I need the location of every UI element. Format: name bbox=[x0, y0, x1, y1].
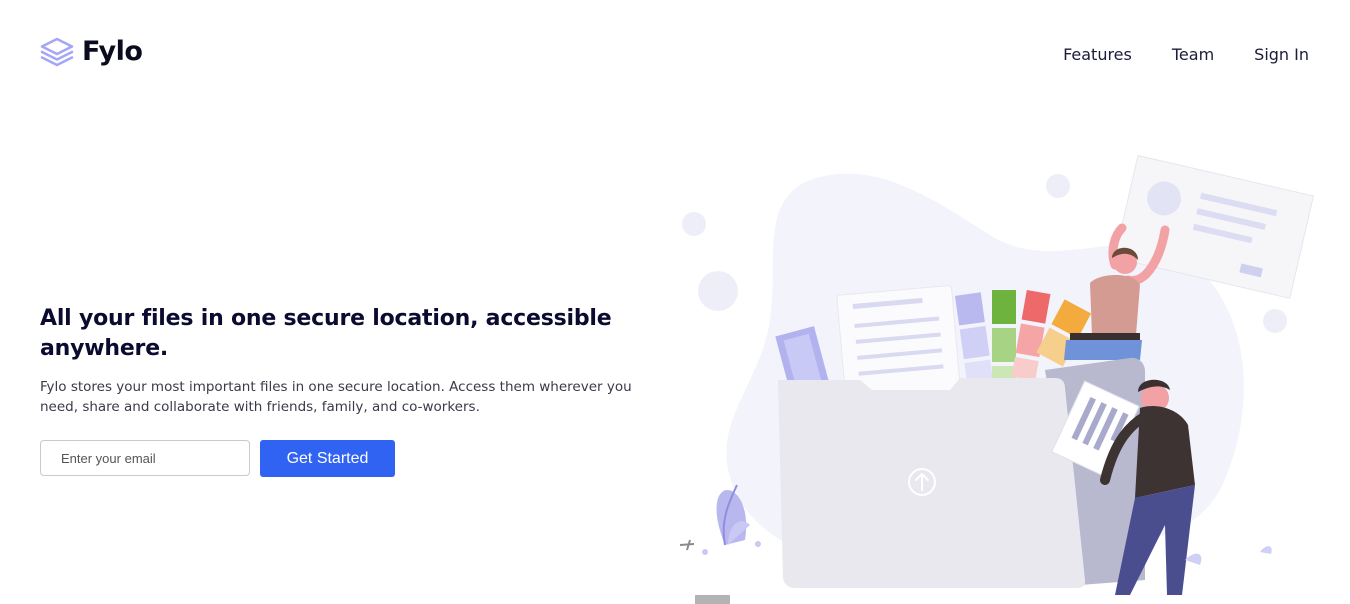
nav-link-sign-in[interactable]: Sign In bbox=[1254, 45, 1309, 64]
hero-section: All your files in one secure location, a… bbox=[40, 304, 660, 417]
brand-name: Fylo bbox=[82, 36, 143, 67]
ground-rock bbox=[695, 595, 730, 604]
main-nav: Features Team Sign In bbox=[1063, 45, 1309, 64]
decor-circle bbox=[1263, 309, 1287, 333]
brand-logo[interactable]: Fylo bbox=[40, 36, 143, 67]
stacked-layers-icon bbox=[40, 37, 74, 66]
decor-circle bbox=[698, 271, 738, 311]
leaf-icon bbox=[1185, 553, 1202, 565]
nav-link-team[interactable]: Team bbox=[1172, 45, 1214, 64]
hero-description: Fylo stores your most important files in… bbox=[40, 379, 632, 415]
folder-front bbox=[778, 378, 1086, 588]
site-header: Fylo Features Team Sign In bbox=[0, 0, 1350, 110]
signup-form: Get Started bbox=[40, 440, 395, 477]
hero-title: All your files in one secure location, a… bbox=[40, 306, 612, 361]
people-with-folder-illustration bbox=[679, 154, 1315, 604]
nav-link-features[interactable]: Features bbox=[1063, 45, 1132, 64]
leaf-icon bbox=[1260, 546, 1272, 554]
landing-page: Fylo Features Team Sign In All your file… bbox=[0, 0, 1350, 604]
decor-circle bbox=[682, 212, 706, 236]
get-started-button[interactable]: Get Started bbox=[260, 440, 395, 477]
email-input[interactable] bbox=[40, 440, 250, 476]
decor-circle bbox=[1046, 174, 1070, 198]
